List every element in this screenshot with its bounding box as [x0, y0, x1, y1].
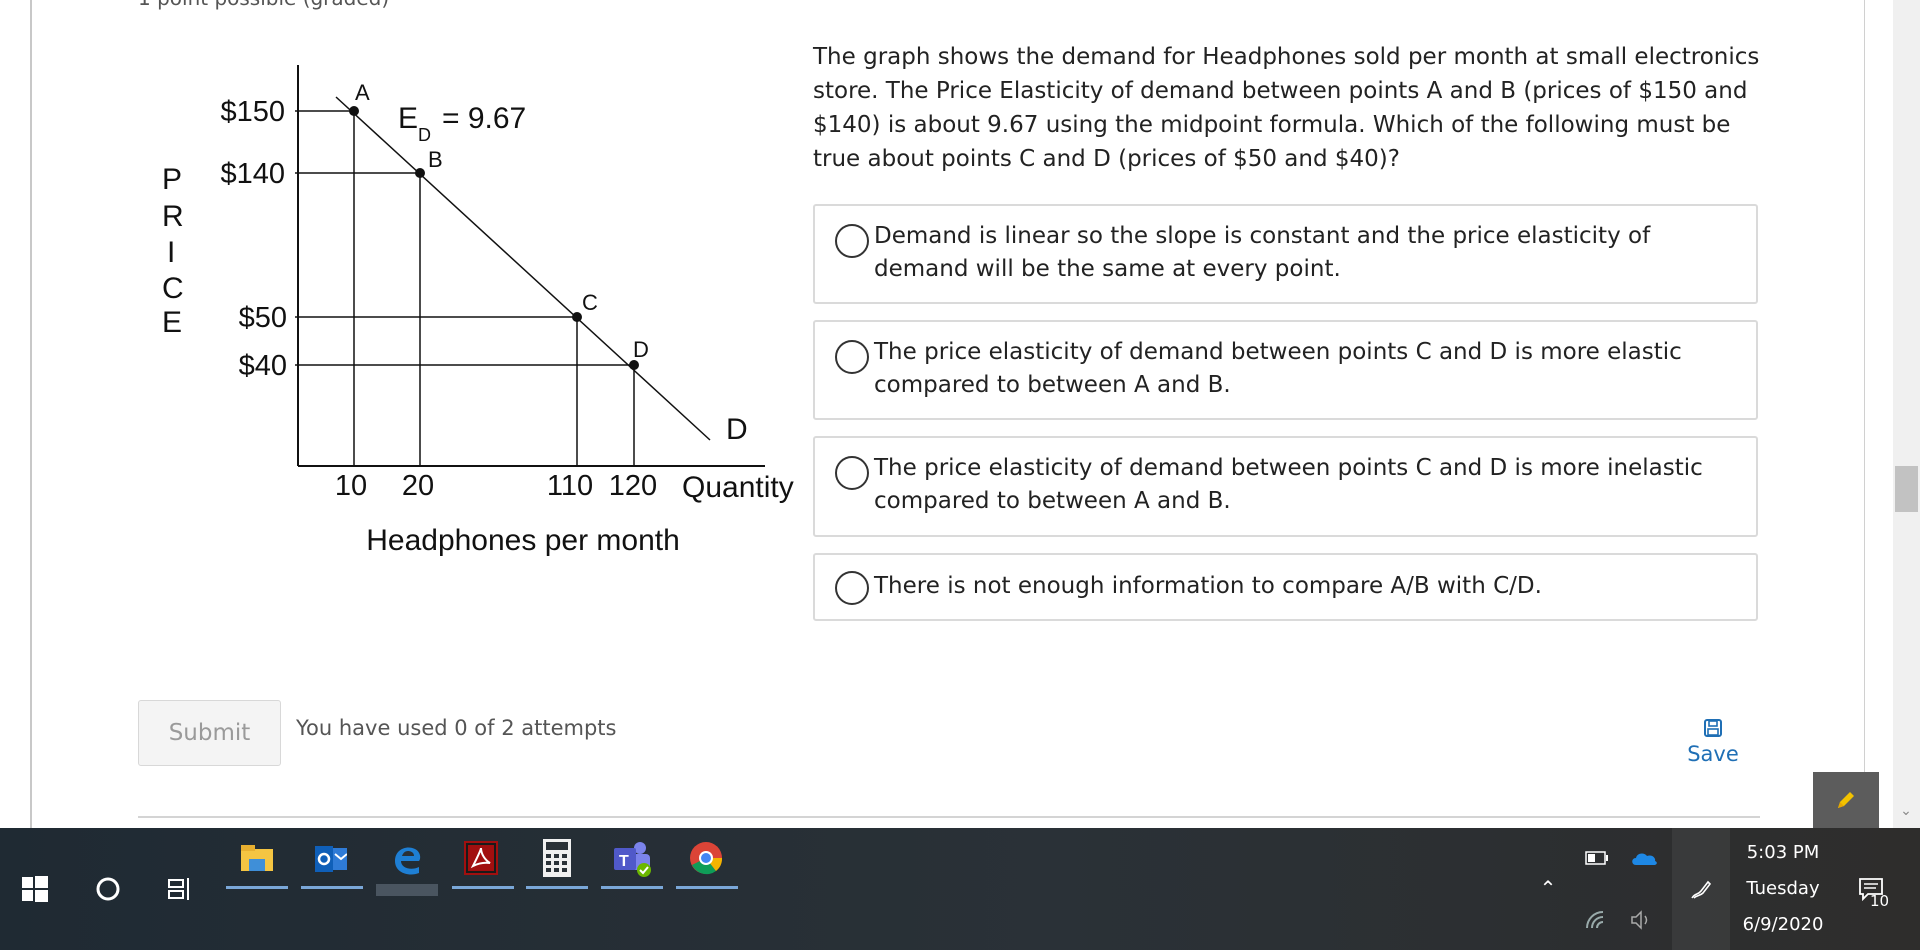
answer-option-3[interactable]: The price elasticity of demand between p… — [813, 436, 1758, 537]
points-possible-text: 1 point possible (graded) — [138, 0, 389, 10]
submit-button[interactable]: Submit — [138, 700, 281, 766]
demand-graph-svg: A B C D D E D = 9.67 $150 $140 $50 $40 P… — [162, 65, 794, 557]
wifi-icon[interactable] — [1584, 908, 1608, 932]
radio-button[interactable] — [835, 571, 869, 605]
clock-time[interactable]: 5:03 PM — [1723, 842, 1843, 863]
pen-workspace-button[interactable] — [1672, 828, 1730, 950]
card-left-border — [30, 0, 32, 828]
quantity-tick-120: 120 — [609, 470, 657, 502]
onedrive-cloud-icon[interactable] — [1630, 848, 1658, 868]
scrollbar-thumb[interactable] — [1895, 466, 1918, 512]
radio-button[interactable] — [835, 224, 869, 258]
price-tick-140: $140 — [220, 158, 285, 190]
quantity-tick-10: 10 — [335, 470, 367, 502]
point-a-marker — [349, 106, 359, 116]
elasticity-symbol: E — [398, 102, 418, 135]
teams-icon[interactable]: T — [612, 840, 652, 878]
clock-date[interactable]: 6/9/2020 — [1723, 914, 1843, 935]
show-hidden-icons-chevron-icon[interactable]: ⌃ — [1538, 878, 1558, 900]
calculator-icon[interactable] — [540, 838, 574, 878]
pen-workspace-icon — [1691, 880, 1712, 899]
chrome-icon[interactable] — [688, 840, 724, 876]
demand-graph: A B C D D E D = 9.67 $150 $140 $50 $40 P… — [150, 50, 810, 570]
price-axis-letter-r: R — [162, 200, 184, 233]
price-axis-letter-e: E — [162, 306, 182, 339]
quantity-tick-110: 110 — [547, 470, 593, 502]
card-right-border — [1864, 0, 1865, 828]
price-axis-letter-c: C — [162, 272, 184, 305]
quiz-page: 1 point possible (graded) A — [0, 0, 1920, 950]
file-explorer-icon[interactable] — [240, 842, 274, 876]
point-c-label: C — [582, 290, 598, 315]
quantity-axis-label: Quantity — [682, 471, 794, 504]
file-explorer-active-indicator — [226, 886, 288, 889]
acrobat-active-indicator — [452, 886, 514, 889]
price-tick-50: $50 — [239, 302, 287, 334]
footer-divider — [138, 816, 1760, 818]
save-label: Save — [1687, 742, 1739, 766]
cortana-search-icon[interactable] — [93, 874, 123, 904]
point-b-label: B — [428, 147, 443, 172]
pencil-icon — [1838, 792, 1854, 808]
x-axis-title: Headphones per month — [366, 524, 680, 557]
scroll-down-arrow-icon[interactable]: ⌄ — [1896, 802, 1916, 822]
edit-pencil-button[interactable] — [1813, 772, 1879, 828]
battery-icon[interactable] — [1584, 848, 1610, 868]
chrome-active-indicator — [676, 886, 738, 889]
point-b-marker — [415, 168, 425, 178]
clock-day[interactable]: Tuesday — [1723, 878, 1843, 899]
edge-active-indicator — [376, 884, 438, 896]
volume-icon[interactable] — [1630, 908, 1654, 932]
notification-count-badge: 10 — [1870, 892, 1890, 910]
answer-option-2[interactable]: The price elasticity of demand between p… — [813, 320, 1758, 420]
windows-start-icon[interactable] — [20, 874, 50, 904]
option-label: The price elasticity of demand between p… — [874, 339, 1682, 398]
question-text: The graph shows the demand for Headphone… — [813, 44, 1760, 172]
task-view-icon[interactable] — [165, 874, 195, 904]
option-label: Demand is linear so the slope is constan… — [874, 223, 1651, 282]
answer-option-1[interactable]: Demand is linear so the slope is constan… — [813, 204, 1758, 304]
price-tick-40: $40 — [239, 350, 287, 382]
option-label: The price elasticity of demand between p… — [874, 455, 1703, 514]
demand-curve-label: D — [726, 413, 748, 446]
point-d-label: D — [633, 337, 649, 362]
price-axis-letter-i: I — [167, 236, 175, 269]
demand-curve — [335, 96, 711, 441]
option-label: There is not enough information to compa… — [874, 573, 1542, 599]
elasticity-subscript: D — [418, 125, 431, 145]
svg-text:T: T — [619, 853, 629, 870]
acrobat-icon[interactable] — [463, 840, 499, 876]
floppy-disk-icon — [1704, 719, 1722, 737]
edge-icon[interactable] — [388, 840, 426, 878]
radio-button[interactable] — [835, 340, 869, 374]
point-c-marker — [572, 312, 582, 322]
answer-option-4[interactable]: There is not enough information to compa… — [813, 553, 1758, 621]
outlook-active-indicator — [301, 886, 363, 889]
outlook-icon[interactable] — [314, 842, 348, 876]
save-button[interactable]: Save — [1680, 718, 1746, 774]
price-axis-letter-p: P — [162, 163, 182, 196]
quantity-tick-20: 20 — [402, 470, 434, 502]
vertical-scrollbar[interactable] — [1893, 0, 1920, 828]
elasticity-value: = 9.67 — [442, 102, 526, 135]
calculator-active-indicator — [526, 886, 588, 889]
attempts-text: You have used 0 of 2 attempts — [296, 716, 617, 740]
price-tick-150: $150 — [220, 96, 285, 128]
teams-active-indicator — [601, 886, 663, 889]
point-a-label: A — [355, 80, 370, 105]
radio-button[interactable] — [835, 456, 869, 490]
